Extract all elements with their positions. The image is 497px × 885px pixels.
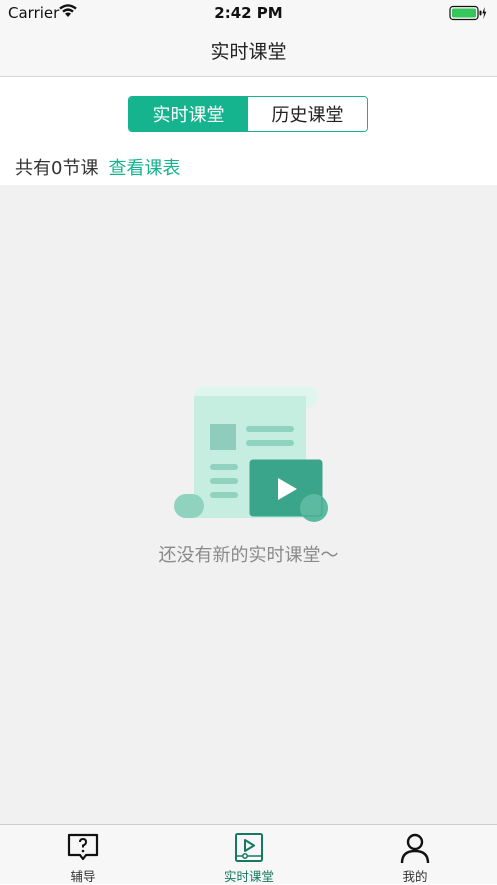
page-title: 实时课堂: [210, 41, 287, 63]
person-icon: [400, 833, 430, 864]
document-video-icon: [174, 386, 328, 522]
navigation-bar: 实时课堂: [0, 26, 497, 77]
video-play-icon: [235, 833, 263, 862]
segment-live-class[interactable]: 实时课堂: [129, 97, 248, 131]
class-summary: 共有0节课 查看课表: [15, 154, 180, 180]
tab-label-live-class: 实时课堂: [223, 869, 274, 884]
battery-icon: [449, 5, 487, 21]
class-count-text: 共有0节课: [15, 158, 99, 179]
segment-history-class[interactable]: 历史课堂: [248, 97, 367, 131]
clock: 2:42 PM: [214, 4, 283, 22]
view-schedule-link[interactable]: 查看课表: [108, 158, 180, 179]
tab-tutoring[interactable]: 辅导: [0, 825, 166, 884]
question-chat-icon: [67, 833, 99, 861]
empty-state-message: 还没有新的实时课堂～: [158, 545, 339, 566]
tab-bar: 辅导 实时课堂 我的: [0, 824, 497, 884]
status-bar: Carrier 2:42 PM: [0, 0, 497, 26]
tab-label-tutoring: 辅导: [70, 869, 96, 884]
tab-live-class[interactable]: 实时课堂: [166, 825, 332, 884]
tab-mine[interactable]: 我的: [332, 825, 497, 884]
segmented-control: 实时课堂 历史课堂: [128, 96, 368, 132]
tab-label-mine: 我的: [402, 869, 428, 884]
